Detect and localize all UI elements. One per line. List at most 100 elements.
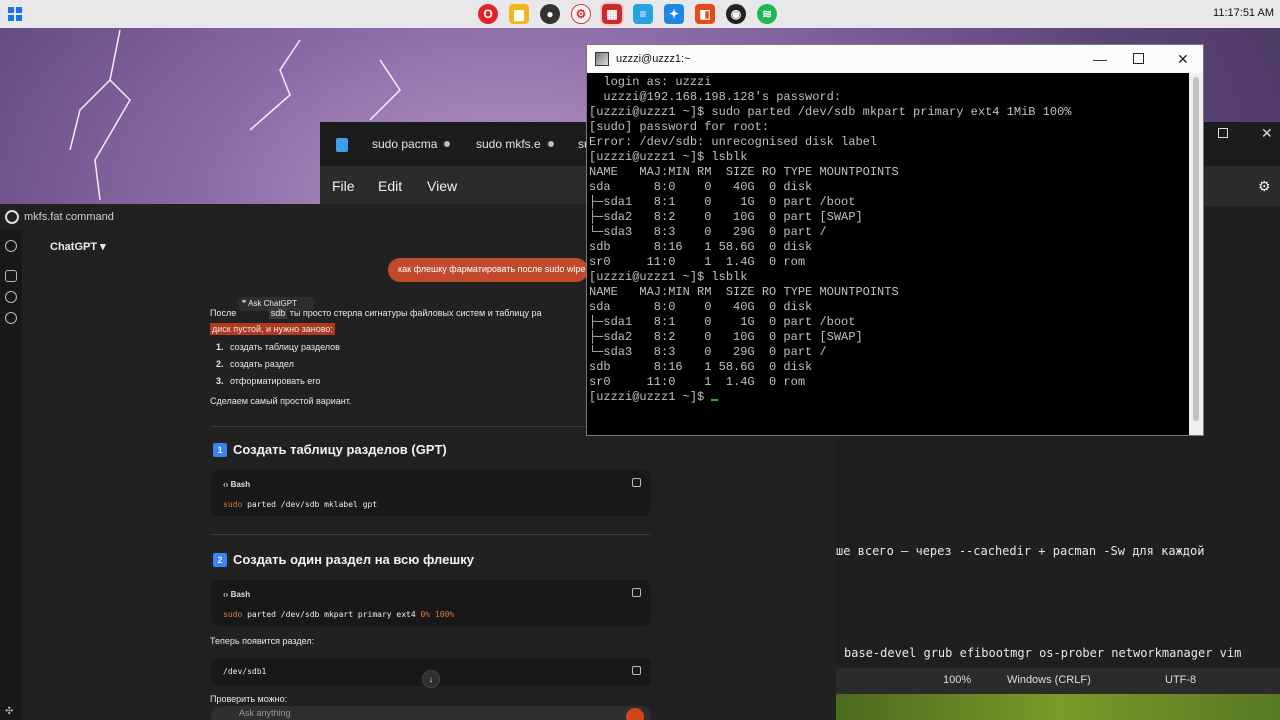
chatgpt-home-icon[interactable] (5, 240, 17, 252)
terminal-line: sda 8:0 0 40G 0 disk (589, 300, 813, 314)
code-lang-label: ‹› Bash (223, 480, 251, 489)
answer-intro-line2: диск пустой, и нужно заново: (210, 323, 335, 335)
code-lang: Bash (230, 480, 251, 489)
answer-simple: Сделаем самый простой вариант. (210, 396, 352, 406)
code-lang-label: ‹› Bash (223, 590, 251, 599)
search-icon[interactable] (5, 291, 17, 303)
minimize-icon[interactable]: — (1093, 51, 1107, 67)
terminal-line: [sudo] password for root: (589, 120, 770, 134)
maximize-icon[interactable] (1218, 128, 1228, 138)
code-cmd: sudo (223, 500, 243, 509)
vscode-icon[interactable]: ✦ (664, 4, 684, 24)
list-item: 3. отформатировать его (216, 376, 321, 386)
scroll-down-button[interactable]: ↓ (422, 670, 440, 688)
terminal-line: sda 8:0 0 40G 0 disk (589, 180, 813, 194)
section-heading-1: 1 Создать таблицу разделов (GPT) (213, 442, 447, 457)
code-percent: 100% (434, 610, 455, 619)
taskbar-apps: O ▆ ● ⚙ ▦ ≡ ✦ ◧ ◉ ≋ (478, 2, 777, 26)
terminal-line: login as: uzzzi (589, 75, 712, 89)
putty-icon[interactable]: ▦ (600, 2, 624, 26)
voice-mode-icon[interactable] (626, 708, 644, 720)
teams-icon[interactable]: ◧ (695, 4, 715, 24)
chat-window-title: mkfs.fat command (24, 211, 114, 223)
encoding[interactable]: UTF-8 (1165, 674, 1196, 686)
model-name: ChatGPT (50, 241, 98, 253)
menu-view[interactable]: View (427, 178, 457, 194)
putty-title: uzzzi@uzzz1:~ (616, 53, 691, 65)
editor-tab-2[interactable]: sudo mkfs.e (476, 137, 541, 151)
terminal-line: ├─sda2 8:2 0 10G 0 part [SWAP] (589, 210, 863, 224)
zoom-level[interactable]: 100% (943, 674, 971, 686)
obs-icon[interactable]: ● (540, 4, 560, 24)
copy-icon[interactable] (632, 588, 641, 597)
terminal-cursor (711, 399, 719, 401)
settings-gear-icon[interactable]: ⚙ (1258, 178, 1271, 195)
line-endings[interactable]: Windows (CRLF) (1007, 674, 1091, 686)
terminal-line: ├─sda2 8:2 0 10G 0 part [SWAP] (589, 330, 863, 344)
answer-after: Теперь появится раздел: (210, 636, 315, 646)
code-text[interactable]: /dev/sdb1 (223, 667, 266, 676)
terminal-output[interactable]: login as: uzzzi uzzzi@192.168.198.128's … (587, 73, 1189, 435)
putty-window: uzzzi@uzzz1:~ — ✕ login as: uzzzi uzzzi@… (586, 44, 1204, 436)
step-text: создать раздел (230, 359, 294, 369)
steps-list: 1. создать таблицу разделов 2. создать раз… (216, 342, 340, 393)
notepad-icon[interactable]: ≡ (633, 4, 653, 24)
terminal-line: └─sda3 8:3 0 29G 0 part / (589, 345, 827, 359)
terminal-line: NAME MAJ:MIN RM SIZE RO TYPE MOUNTPOINTS (589, 285, 899, 299)
editor-status-bar: 100% Windows (CRLF) UTF-8 (836, 668, 1280, 694)
list-item: 1. создать таблицу разделов (216, 342, 340, 352)
answer-check: Проверить можно: (210, 694, 288, 704)
code-percent: 0% (420, 610, 431, 619)
settings-icon[interactable]: ✣ (5, 706, 17, 718)
chatgpt-icon[interactable]: ⚙ (571, 4, 591, 24)
terminal-line: [uzzzi@uzzz1 ~]$ sudo parted /dev/sdb mk… (589, 105, 1072, 119)
code-text[interactable]: sudo parted /dev/sdb mkpart primary ext4… (223, 610, 454, 619)
terminal-line: uzzzi@192.168.198.128's password: (589, 90, 842, 104)
terminal-line: └─sda3 8:3 0 29G 0 part / (589, 225, 827, 239)
taskbar-clock[interactable]: 11:17:51 AM (1213, 7, 1274, 19)
terminal-scrollbar[interactable] (1189, 73, 1203, 435)
github-icon[interactable]: ◉ (726, 4, 746, 24)
copy-icon[interactable] (632, 478, 641, 487)
terminal-line: [uzzzi@uzzz1 ~]$ lsblk (589, 150, 748, 164)
new-chat-icon[interactable] (5, 270, 17, 282)
section-title: Создать таблицу разделов (GPT) (233, 442, 447, 457)
divider (211, 426, 651, 427)
editor-line: base-devel grub efibootmgr os-prober net… (844, 646, 1242, 660)
answer-intro-prefix: После (210, 308, 237, 318)
code-cmd: sudo (223, 610, 243, 619)
file-explorer-icon[interactable]: ▆ (509, 4, 529, 24)
code-args: parted /dev/sdb mkpart primary ext4 (247, 610, 421, 619)
opera-icon[interactable]: O (478, 4, 498, 24)
list-item: 2. создать раздел (216, 359, 294, 369)
answer-intro: После sdb ты просто стерла сигнатуры фай… (210, 307, 542, 319)
spotify-icon[interactable]: ≋ (757, 4, 777, 24)
terminal-line: ├─sda1 8:1 0 1G 0 part /boot (589, 315, 856, 329)
chat-input[interactable]: Ask anything (211, 706, 651, 720)
number-badge: 2 (213, 553, 227, 567)
highlighted-text: диск пустой, и нужно заново: (210, 323, 335, 335)
terminal-line: [uzzzi@uzzz1 ~]$ lsblk (589, 270, 748, 284)
step-text: создать таблицу разделов (230, 342, 340, 352)
close-icon[interactable]: ✕ (1261, 125, 1273, 142)
maximize-icon[interactable] (1133, 53, 1144, 64)
chatgpt-logo-icon (5, 210, 19, 224)
start-button[interactable] (8, 7, 22, 21)
explore-gpts-icon[interactable] (5, 312, 17, 324)
terminal-line: ├─sda1 8:1 0 1G 0 part /boot (589, 195, 856, 209)
editor-tab-1[interactable]: sudo pacma (372, 137, 437, 151)
scrollbar-thumb[interactable] (1193, 77, 1199, 421)
copy-icon[interactable] (632, 666, 641, 675)
model-selector[interactable]: ChatGPT ▾ (50, 240, 106, 253)
terminal-line: Error: /dev/sdb: unrecognised disk label (589, 135, 878, 149)
code-text[interactable]: sudo parted /dev/sdb mklabel gpt (223, 500, 377, 509)
section-heading-2: 2 Создать один раздел на всю флешку (213, 552, 474, 567)
close-icon[interactable]: ✕ (1177, 51, 1189, 68)
terminal-line: sr0 11:0 1 1.4G 0 rom (589, 375, 806, 389)
menu-edit[interactable]: Edit (378, 178, 402, 194)
menu-file[interactable]: File (332, 178, 355, 194)
number-badge: 1 (213, 443, 227, 457)
editor-line: ше всего — через --cachedir + pacman -Sw… (836, 544, 1205, 558)
code-block-2: ‹› Bash sudo parted /dev/sdb mkpart prim… (211, 580, 651, 626)
user-message: как флешку фарматировать после sudo wipe (388, 258, 588, 282)
